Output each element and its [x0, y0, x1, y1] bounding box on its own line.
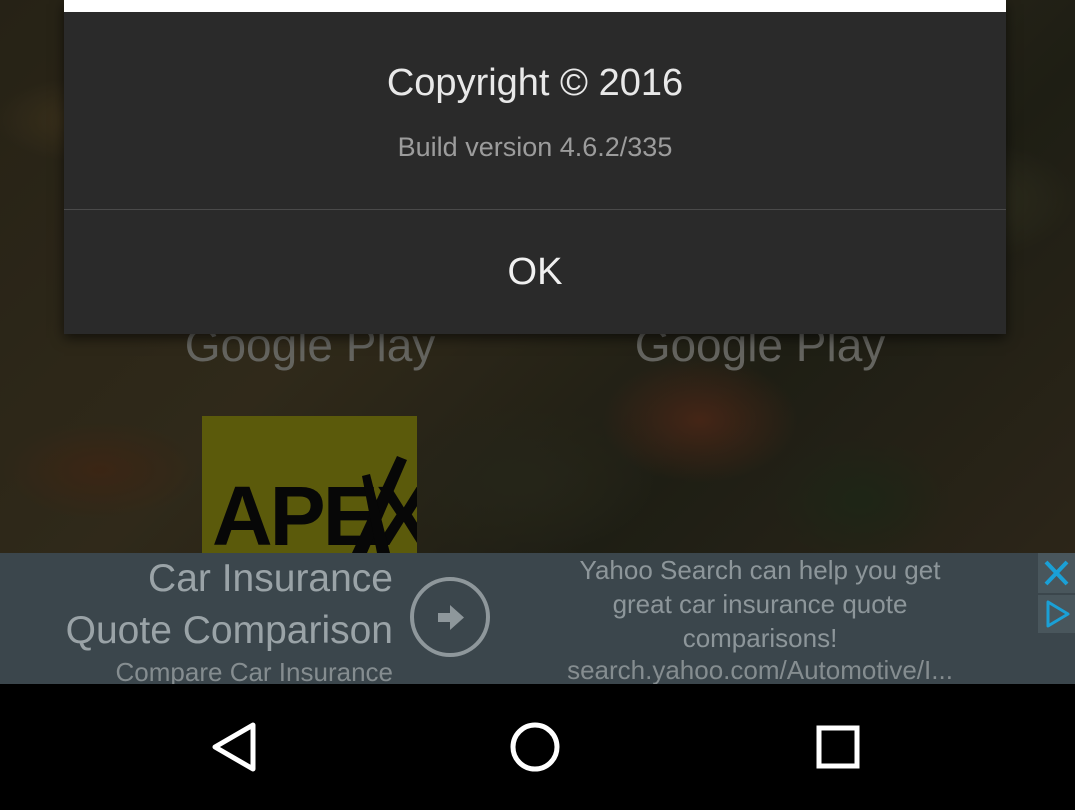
- back-glyph: [212, 722, 256, 772]
- ad-url[interactable]: search.yahoo.com/Automotive/I...: [500, 655, 1020, 684]
- arrow-right-glyph: [438, 605, 464, 630]
- apex-app-tile[interactable]: APEX: [202, 416, 417, 553]
- ad-banner[interactable]: Car Insurance Quote Comparison Compare C…: [0, 553, 1075, 684]
- ok-button[interactable]: OK: [64, 210, 1006, 334]
- ad-headline-line1: Car Insurance: [148, 557, 393, 600]
- ad-body-line2: great car insurance quote: [612, 589, 908, 619]
- ad-body-line1: Yahoo Search can help you get: [579, 555, 941, 585]
- apex-logo: APEX: [212, 469, 417, 553]
- about-dialog: Copyright © 2016 Build version 4.6.2/335…: [64, 0, 1006, 334]
- home-icon[interactable]: [505, 717, 565, 777]
- copyright-text: Copyright © 2016: [386, 62, 684, 104]
- arrow-right-icon[interactable]: [410, 577, 490, 657]
- back-icon[interactable]: [205, 717, 265, 777]
- dialog-header-strip: [64, 0, 1006, 12]
- navigation-bar: [0, 684, 1075, 810]
- ad-body-text: Yahoo Search can help you get great car …: [500, 553, 1020, 655]
- close-icon[interactable]: [1038, 553, 1075, 593]
- close-glyph: [1044, 560, 1069, 586]
- home-glyph: [510, 722, 560, 772]
- apex-scissors-icon: [352, 456, 407, 553]
- recents-icon[interactable]: [808, 717, 868, 777]
- adchoices-glyph: [1046, 600, 1070, 628]
- adchoices-icon[interactable]: [1038, 595, 1075, 633]
- ad-headline-line2: Quote Comparison: [65, 609, 393, 652]
- build-version-text: Build version 4.6.2/335: [397, 132, 673, 162]
- ad-subheadline: Compare Car Insurance: [115, 657, 393, 684]
- recents-glyph: [816, 725, 860, 769]
- ad-headline[interactable]: Car Insurance Quote Comparison: [66, 553, 393, 657]
- ad-body-line3: comparisons!: [682, 623, 838, 653]
